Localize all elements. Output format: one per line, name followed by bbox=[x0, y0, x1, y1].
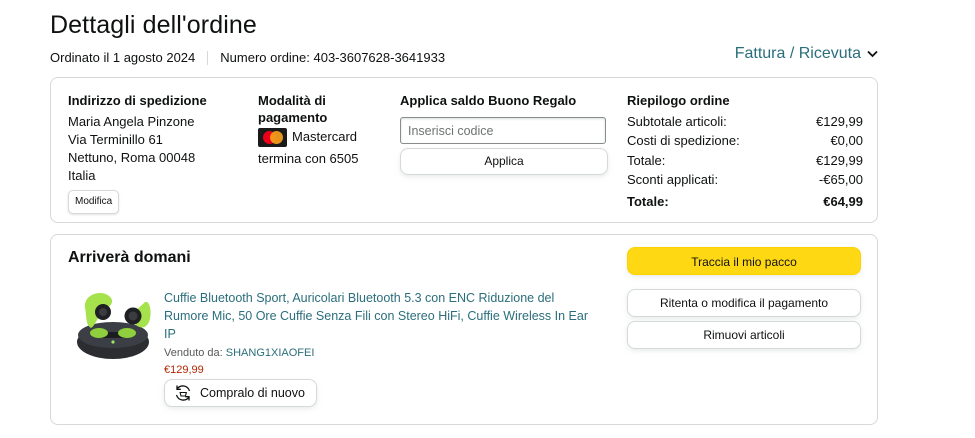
seller-prefix: Venduto da: bbox=[164, 347, 226, 359]
summary-row-discount: Sconti applicati: -€65,00 bbox=[627, 171, 863, 190]
address-line: Via Terminillo 61 bbox=[68, 132, 163, 147]
gift-heading: Applica saldo Buono Regalo bbox=[400, 93, 577, 108]
summary-value: -€65,00 bbox=[818, 171, 863, 187]
meta-divider bbox=[207, 50, 209, 65]
order-number: Numero ordine: 403-3607628-3641933 bbox=[220, 50, 446, 65]
seller-info: Venduto da: SHANG1XIAOFEI bbox=[164, 347, 314, 359]
summary-value: €129,99 bbox=[816, 153, 863, 168]
summary-row-total: Totale: €129,99 bbox=[627, 152, 863, 171]
buy-again-button[interactable]: Compralo di nuovo bbox=[164, 379, 317, 407]
gift-card-section: Applica saldo Buono Regalo Applica bbox=[400, 92, 610, 175]
shipment-card: Arriverà domani Cuffie Bluetooth Sport, … bbox=[50, 234, 878, 425]
shipping-address-section: Indirizzo di spedizione Maria Angela Pin… bbox=[68, 92, 238, 214]
summary-label: Totale: bbox=[627, 153, 666, 168]
remove-items-button[interactable]: Rimuovi articoli bbox=[627, 321, 861, 349]
address-line: Nettuno, Roma 00048 bbox=[68, 150, 196, 165]
gift-code-input[interactable] bbox=[400, 117, 606, 144]
buy-again-icon bbox=[175, 385, 191, 401]
summary-row-shipping: Costi di spedizione: €0,00 bbox=[627, 132, 863, 151]
summary-heading: Riepilogo ordine bbox=[627, 93, 730, 108]
address-line: Italia bbox=[68, 168, 96, 183]
payment-section: Modalità di pagamento Mastercard termina… bbox=[258, 92, 388, 168]
summary-value: €129,99 bbox=[816, 114, 863, 129]
payment-card-line: Mastercard bbox=[258, 128, 388, 148]
summary-label: Totale: bbox=[627, 194, 669, 209]
summary-value: €64,99 bbox=[823, 194, 863, 209]
shipping-heading: Indirizzo di spedizione bbox=[68, 93, 207, 108]
card-name: Mastercard bbox=[292, 129, 358, 144]
track-package-button[interactable]: Traccia il mio pacco bbox=[627, 247, 861, 275]
summary-value: €0,00 bbox=[830, 132, 863, 148]
product-title-link[interactable]: Cuffie Bluetooth Sport, Auricolari Bluet… bbox=[164, 289, 594, 343]
card-ending: termina con 6505 bbox=[258, 151, 359, 167]
retry-payment-button[interactable]: Ritenta o modifica il pagamento bbox=[627, 289, 861, 317]
payment-heading: Modalità di pagamento bbox=[258, 93, 328, 125]
chevron-down-icon bbox=[867, 50, 878, 58]
buy-again-label: Compralo di nuovo bbox=[200, 386, 305, 400]
address-line: Maria Angela Pinzone bbox=[68, 114, 195, 129]
summary-row-subtotal: Subtotale articoli: €129,99 bbox=[627, 113, 863, 132]
summary-label: Subtotale articoli: bbox=[627, 114, 727, 129]
order-meta: Ordinato il 1 agosto 2024 Numero ordine:… bbox=[50, 50, 445, 65]
edit-address-button[interactable]: Modifica bbox=[68, 190, 120, 214]
invoice-label: Fattura / Ricevuta bbox=[734, 45, 861, 62]
order-info-card: Indirizzo di spedizione Maria Angela Pin… bbox=[50, 77, 878, 223]
summary-label: Sconti applicati: bbox=[627, 171, 719, 187]
product-image[interactable] bbox=[73, 286, 155, 366]
seller-link[interactable]: SHANG1XIAOFEI bbox=[226, 347, 315, 359]
apply-gift-button[interactable]: Applica bbox=[400, 148, 608, 175]
mastercard-icon bbox=[258, 128, 287, 148]
page-title: Dettagli dell'ordine bbox=[50, 11, 257, 39]
invoice-dropdown[interactable]: Fattura / Ricevuta bbox=[735, 45, 878, 63]
product-price: €129,99 bbox=[164, 364, 204, 376]
order-date: Ordinato il 1 agosto 2024 bbox=[50, 50, 196, 65]
delivery-status: Arriverà domani bbox=[68, 249, 191, 266]
summary-row-grand-total: Totale: €64,99 bbox=[627, 193, 863, 212]
order-summary-section: Riepilogo ordine Subtotale articoli: €12… bbox=[627, 92, 863, 212]
summary-label: Costi di spedizione: bbox=[627, 132, 740, 148]
